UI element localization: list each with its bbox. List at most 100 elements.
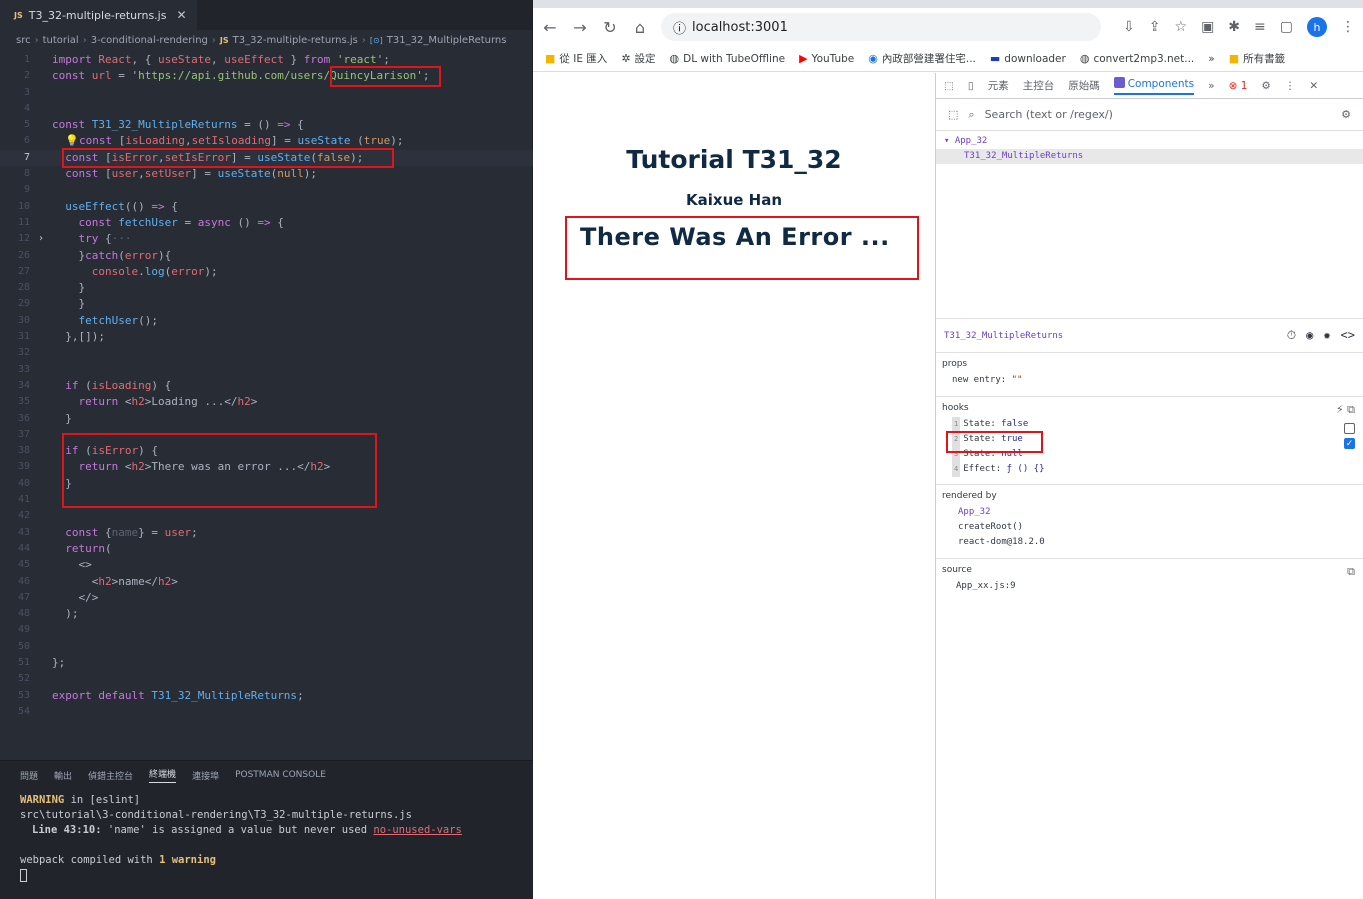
- puzzle-icon[interactable]: ✱: [1228, 19, 1240, 35]
- code-line[interactable]: 4: [0, 101, 533, 117]
- stopwatch-icon[interactable]: ⏱: [1287, 328, 1296, 343]
- code-line[interactable]: 41: [0, 492, 533, 508]
- code-line[interactable]: 52: [0, 671, 533, 687]
- code-line[interactable]: 7 const [isError,setIsError] = useState(…: [0, 149, 533, 167]
- error-count-badge[interactable]: ⊗ 1: [1229, 80, 1248, 92]
- star-icon[interactable]: ☆: [1175, 19, 1188, 35]
- code-line[interactable]: 48 );: [0, 606, 533, 622]
- eye-icon[interactable]: ◉: [1306, 328, 1313, 343]
- devtools-tab-components[interactable]: Components: [1113, 76, 1195, 95]
- code-line[interactable]: 29 }: [0, 296, 533, 312]
- bug-icon[interactable]: ✹: [1323, 328, 1330, 343]
- devtools-tab-sources[interactable]: 原始碼: [1068, 78, 1100, 93]
- code-line[interactable]: 45 <>: [0, 557, 533, 573]
- code-line[interactable]: 12 › try {···: [0, 231, 533, 247]
- share-icon[interactable]: ⇪: [1149, 19, 1161, 35]
- reading-list-icon[interactable]: ≡: [1254, 19, 1266, 35]
- code-line[interactable]: 27 console.log(error);: [0, 264, 533, 280]
- copy-icon[interactable]: ⧉: [1347, 565, 1355, 579]
- breadcrumb-item[interactable]: tutorial: [43, 35, 79, 46]
- info-icon[interactable]: ⓘ: [673, 18, 686, 37]
- bookmark-item[interactable]: ✲ 設定: [621, 51, 655, 66]
- bookmark-item[interactable]: ◍ convert2mp3.net...: [1080, 52, 1194, 65]
- home-icon[interactable]: ⌂: [631, 18, 649, 37]
- code-line[interactable]: 10 useEffect(() => {: [0, 199, 533, 215]
- side-panel-icon[interactable]: ▢: [1280, 19, 1293, 35]
- code-line[interactable]: 28 }: [0, 280, 533, 296]
- source-code-icon[interactable]: <>: [1341, 328, 1355, 343]
- bookmark-item[interactable]: ■ 所有書籤: [1229, 51, 1285, 66]
- kebab-menu-icon[interactable]: ⋮: [1285, 80, 1296, 92]
- search-input[interactable]: Search (text or /regex/): [985, 108, 1332, 121]
- code-line[interactable]: 8 const [user,setUser] = useState(null);: [0, 166, 533, 182]
- hook-value[interactable]: null: [1001, 449, 1023, 459]
- close-devtools-icon[interactable]: ✕: [1309, 80, 1318, 92]
- code-line[interactable]: 34 if (isLoading) {: [0, 378, 533, 394]
- eslint-rule-link[interactable]: no-unused-vars: [373, 824, 462, 836]
- code-line[interactable]: 33: [0, 362, 533, 378]
- code-line[interactable]: 1 import React, { useState, useEffect } f…: [0, 52, 533, 68]
- hook-value[interactable]: true: [1001, 434, 1023, 444]
- code-line[interactable]: 49: [0, 622, 533, 638]
- bookmarks-overflow[interactable]: »: [1208, 53, 1214, 65]
- close-icon[interactable]: ✕: [176, 8, 186, 22]
- code-line[interactable]: 5 const T31_32_MultipleReturns = () => {: [0, 117, 533, 133]
- code-line[interactable]: 3: [0, 85, 533, 101]
- panel-tab-problems[interactable]: 問題: [20, 769, 38, 782]
- tree-node-selected[interactable]: T31_32_MultipleReturns: [936, 149, 1363, 164]
- source-location[interactable]: App_xx.js:9: [942, 579, 1357, 594]
- terminal-output[interactable]: WARNING in [eslint] src\tutorial\3-condi…: [0, 789, 533, 887]
- breadcrumb-item[interactable]: T31_32_MultipleReturns: [387, 35, 507, 46]
- code-line[interactable]: 44 return(: [0, 541, 533, 557]
- code-line[interactable]: 37: [0, 427, 533, 443]
- device-toggle-icon[interactable]: ▯: [968, 80, 974, 92]
- code-line[interactable]: 54: [0, 704, 533, 720]
- bookmark-item[interactable]: ▬ downloader: [990, 52, 1066, 65]
- prop-value[interactable]: "": [1012, 375, 1023, 385]
- forward-icon[interactable]: →: [571, 18, 589, 37]
- code-line[interactable]: 9: [0, 182, 533, 198]
- panel-tab-postman[interactable]: POSTMAN CONSOLE: [235, 770, 326, 780]
- install-icon[interactable]: ⇩: [1123, 19, 1135, 35]
- breadcrumb-item[interactable]: src: [16, 35, 31, 46]
- bookmark-item[interactable]: ▶ YouTube: [799, 52, 854, 65]
- more-tabs[interactable]: »: [1208, 80, 1214, 92]
- bookmark-item[interactable]: ◍ DL with TubeOffline: [670, 52, 786, 65]
- address-bar[interactable]: ⓘ localhost:3001: [661, 13, 1101, 41]
- code-line[interactable]: 46 <h2>name</h2>: [0, 574, 533, 590]
- fold-chevron-icon[interactable]: ›: [38, 231, 52, 247]
- devtools-tab-elements[interactable]: 元素: [988, 78, 1009, 93]
- back-icon[interactable]: ←: [541, 18, 559, 37]
- editor-tab[interactable]: JS T3_32-multiple-returns.js ✕: [0, 0, 197, 30]
- code-line[interactable]: 2 const url = 'https://api.github.com/use…: [0, 68, 533, 84]
- code-line[interactable]: 30 fetchUser();: [0, 313, 533, 329]
- hook-value[interactable]: false: [1001, 419, 1028, 429]
- code-line[interactable]: 39 return <h2>There was an error ...</h2…: [0, 459, 533, 475]
- code-line[interactable]: 42: [0, 508, 533, 524]
- tree-node-app[interactable]: ▾ App_32: [936, 134, 1363, 149]
- magic-wand-icon[interactable]: ⚡ ⧉: [1336, 403, 1355, 417]
- hook-checkbox-checked[interactable]: ✓: [1344, 438, 1355, 449]
- menu-icon[interactable]: ⋮: [1341, 19, 1355, 35]
- code-line[interactable]: 36 }: [0, 411, 533, 427]
- code-line[interactable]: 26 }catch(error){: [0, 248, 533, 264]
- inspect-element-icon[interactable]: ⬚: [944, 80, 954, 92]
- profile-avatar[interactable]: h: [1307, 17, 1327, 37]
- code-line[interactable]: 47 </>: [0, 590, 533, 606]
- panel-tab-terminal[interactable]: 終端機: [149, 767, 177, 783]
- code-line[interactable]: 32: [0, 345, 533, 361]
- renderer-app[interactable]: App_32: [942, 505, 1357, 520]
- bookmark-item[interactable]: ◉ 內政部營建署住宅...: [868, 51, 976, 66]
- code-line[interactable]: 38 if (isError) {: [0, 443, 533, 459]
- extension-icon[interactable]: ▣: [1201, 19, 1214, 35]
- breadcrumb-item[interactable]: T3_32-multiple-returns.js: [233, 35, 358, 46]
- select-element-icon[interactable]: ⬚: [948, 108, 958, 121]
- code-line[interactable]: 51};: [0, 655, 533, 671]
- prop-key[interactable]: new entry: [952, 375, 1001, 385]
- reload-icon[interactable]: ↻: [601, 18, 619, 37]
- breadcrumb-item[interactable]: 3-conditional-rendering: [91, 35, 208, 46]
- panel-tab-output[interactable]: 輸出: [54, 769, 72, 782]
- code-line[interactable]: 31 },[]);: [0, 329, 533, 345]
- code-line[interactable]: 35 return <h2>Loading ...</h2>: [0, 394, 533, 410]
- code-line[interactable]: 6 💡const [isLoading,setIsloading] = useS…: [0, 133, 533, 149]
